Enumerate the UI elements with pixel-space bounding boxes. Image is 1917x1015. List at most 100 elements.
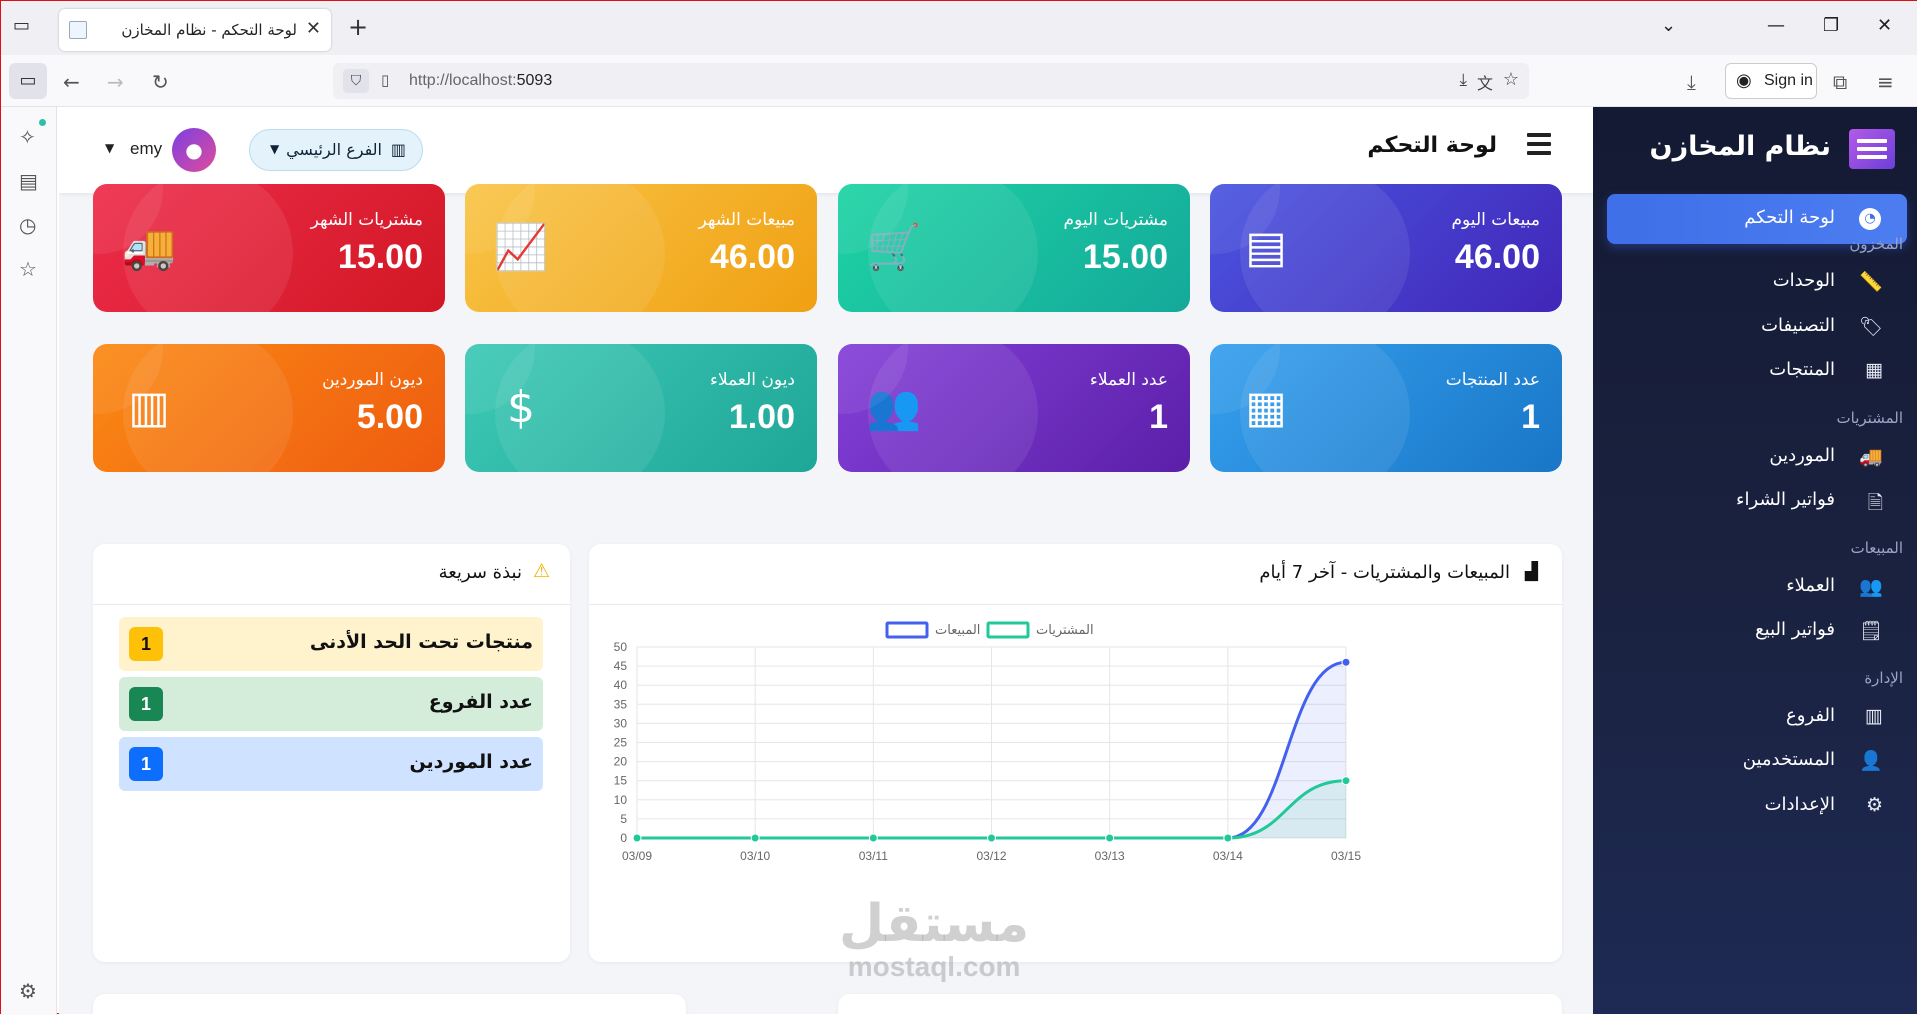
x-tick-label: 03/13 (1095, 849, 1125, 863)
tab-list-icon[interactable]: ▭ (13, 15, 30, 36)
user-cog-icon: 👤 (1859, 750, 1883, 772)
quick-item-label: عدد الموردين (409, 751, 533, 773)
hamburger-menu-icon[interactable] (1527, 133, 1551, 155)
sign-in-button[interactable]: ◉ Sign in (1725, 63, 1817, 99)
invoice-icon: 🗎 (1867, 492, 1883, 514)
stat-value: 1 (1149, 398, 1168, 436)
watermark: مستقل mostaql.com (839, 897, 1029, 983)
page-icon: ▯ (381, 71, 390, 89)
stat-card-month-purchases[interactable]: مشتريات الشهر 15.00 🚚 (93, 184, 445, 312)
sidebar-item-label: الإعدادات (1764, 794, 1835, 815)
minimize-icon[interactable]: — (1767, 15, 1785, 36)
translate-icon[interactable]: 文 (1477, 70, 1493, 94)
brand-title: نظام المخازن (1649, 131, 1831, 162)
stat-card-customers-count[interactable]: عدد العملاء 1 👥 (838, 344, 1190, 472)
menu-icon[interactable]: ≡ (1877, 70, 1894, 94)
stat-label: مشتريات اليوم (1063, 210, 1168, 230)
sidebar-item-label: لوحة التحكم (1744, 207, 1835, 228)
data-point (1341, 657, 1351, 667)
legend-label: المبيعات (935, 623, 980, 638)
ai-sparkle-icon[interactable]: ✧ (19, 125, 36, 149)
stat-label: ديون الموردين (322, 370, 423, 390)
x-tick-label: 03/09 (622, 849, 652, 863)
reload-icon[interactable]: ↻ (152, 70, 169, 94)
sidebar-item-categories[interactable]: 🏷 التصنيفات (1607, 306, 1907, 346)
sidebar-toggle-icon[interactable]: ▭ (9, 63, 47, 99)
address-bar[interactable]: ⛉ ▯ http://localhost:5093 ⤓ 文 ☆ (333, 63, 1529, 99)
stat-card-supplier-debts[interactable]: ديون الموردين 5.00 ▥ (93, 344, 445, 472)
shield-icon[interactable]: ⛉ (343, 69, 369, 93)
sidebar-item-purchase-invoices[interactable]: 🗎 فواتير الشراء (1607, 480, 1907, 520)
history-icon[interactable]: ◷ (19, 213, 36, 237)
stat-card-today-sales[interactable]: مبيعات اليوم 46.00 ▤ (1210, 184, 1562, 312)
data-point (1223, 833, 1233, 843)
sidebar-item-sales-invoices[interactable]: 🗒 فواتير البيع (1607, 610, 1907, 650)
data-point (1105, 833, 1115, 843)
stat-value: 1.00 (728, 398, 795, 436)
sidebar-item-units[interactable]: 📏 الوحدات (1607, 261, 1907, 301)
x-tick-label: 03/12 (976, 849, 1006, 863)
stat-card-products-count[interactable]: عدد المنتجات 1 ▦ (1210, 344, 1562, 472)
user-name[interactable]: emy (130, 139, 162, 159)
tags-icon: 🏷 (1858, 316, 1883, 338)
truck-icon: 🚚 (1859, 446, 1883, 468)
watermark-english: mostaql.com (847, 951, 1021, 982)
stat-card-today-purchases[interactable]: مشتريات اليوم 15.00 🛒 (838, 184, 1190, 312)
sidebar-item-suppliers[interactable]: 🚚 الموردين (1607, 436, 1907, 476)
stat-value: 5.00 (356, 398, 423, 436)
cart-icon: 🛒 (866, 222, 922, 273)
sidebar-item-customers[interactable]: 👥 العملاء (1607, 566, 1907, 606)
synced-tabs-icon[interactable]: ▤ (19, 169, 38, 193)
browser-navbar: ▭ ← → ↻ ⛉ ▯ http://localhost:5093 ⤓ 文 ☆ … (1, 55, 1917, 107)
users-icon: 👥 (866, 382, 922, 433)
quick-item: عدد الفروع 1 (119, 677, 543, 731)
browser-tab[interactable]: لوحة التحكم - نظام المخازن ✕ (59, 9, 331, 51)
stat-value: 15.00 (337, 238, 423, 276)
avatar[interactable]: ● (172, 128, 216, 172)
hand-dollar-icon: $ (507, 382, 535, 433)
bookmark-star-icon[interactable]: ☆ (1503, 69, 1519, 90)
y-tick-label: 20 (614, 755, 628, 769)
count-badge: 1 (129, 687, 163, 721)
save-page-icon[interactable]: ⤓ (1459, 70, 1467, 90)
sidebar-item-branches[interactable]: ▥ الفروع (1607, 696, 1907, 736)
back-icon[interactable]: ← (63, 70, 80, 94)
customize-gear-icon[interactable]: ⚙ (19, 979, 37, 1003)
sidebar-item-label: المستخدمين (1742, 749, 1835, 770)
sidebar-item-label: الفروع (1786, 705, 1835, 726)
quick-panel-title: نبذة سريعة (438, 562, 522, 583)
x-tick-label: 03/11 (859, 849, 888, 863)
y-tick-label: 30 (614, 716, 628, 730)
tab-dropdown-icon[interactable]: ⌄ (1661, 15, 1676, 36)
divider (93, 604, 570, 605)
extensions-icon[interactable]: ⧉ (1833, 70, 1847, 94)
sidebar-item-users[interactable]: 👤 المستخدمين (1607, 740, 1907, 780)
user-menu-caret-icon[interactable]: ▼ (105, 141, 114, 155)
close-window-icon[interactable]: ✕ (1877, 15, 1892, 36)
quick-item-label: منتجات تحت الحد الأدنى (309, 631, 533, 653)
downloads-icon[interactable]: ⤓ (1687, 70, 1696, 94)
restore-icon[interactable]: ❐ (1823, 15, 1839, 36)
url-text: http://localhost:5093 (409, 72, 553, 89)
sidebar-item-label: المنتجات (1769, 359, 1835, 380)
bookmarks-icon[interactable]: ☆ (19, 257, 37, 281)
sign-in-label: Sign in (1764, 72, 1813, 89)
branch-label: الفرع الرئيسي (286, 140, 382, 159)
branch-selector[interactable]: ▥ الفرع الرئيسي ▼ (249, 129, 423, 171)
stat-card-customer-debts[interactable]: ديون العملاء 1.00 $ (465, 344, 817, 472)
stat-card-month-sales[interactable]: مبيعات الشهر 46.00 📈 (465, 184, 817, 312)
sidebar-item-label: الوحدات (1772, 270, 1835, 291)
stat-label: ديون العملاء (709, 370, 795, 390)
boxes-icon: ▦ (1245, 382, 1287, 433)
forward-icon[interactable]: → (107, 70, 124, 94)
count-badge: 1 (129, 627, 163, 661)
bottom-panel-left (93, 994, 686, 1014)
close-tab-icon[interactable]: ✕ (306, 18, 321, 39)
section-purchases: المشتريات (1836, 409, 1903, 427)
sidebar-item-products[interactable]: ▦ المنتجات (1607, 350, 1907, 390)
new-tab-icon[interactable]: + (348, 13, 368, 41)
sidebar-item-settings[interactable]: ⚙ الإعدادات (1607, 785, 1907, 825)
x-tick-label: 03/15 (1331, 849, 1361, 863)
y-tick-label: 35 (614, 697, 628, 711)
stat-label: مشتريات الشهر (310, 210, 423, 230)
